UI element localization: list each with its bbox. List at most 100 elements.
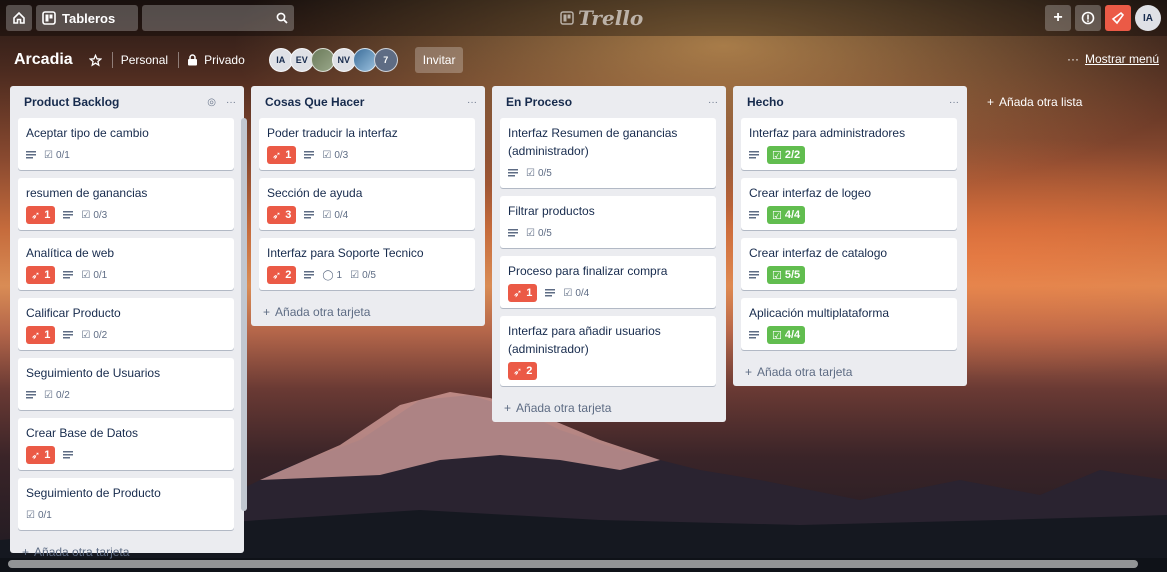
boards-button[interactable]: Tableros: [36, 5, 138, 31]
card-title: Calificar Producto: [26, 306, 121, 320]
list-title[interactable]: En Proceso: [506, 95, 572, 109]
visibility-label: Privado: [204, 53, 245, 67]
megaphone-icon: ➶: [513, 365, 523, 378]
checklist-icon: ☑: [322, 149, 332, 161]
add-card-label: Añada otra tarjeta: [516, 401, 612, 415]
card[interactable]: Aceptar tipo de cambio ☑ 0/1: [18, 118, 234, 170]
card[interactable]: Poder traducir la interfaz ➶ 1 ☑ 0/3: [259, 118, 475, 170]
card-title: Crear interfaz de logeo: [749, 186, 872, 200]
list-menu-icon[interactable]: ···: [226, 97, 236, 108]
watch-icon[interactable]: ◎: [207, 97, 216, 108]
checklist-count: 4/4: [784, 329, 801, 341]
info-button[interactable]: [1075, 5, 1101, 31]
plus-icon: +: [987, 95, 995, 109]
list-menu-icon[interactable]: ···: [949, 97, 959, 108]
comments-badge: ◯ 1: [322, 270, 342, 281]
notifications-button[interactable]: [1105, 5, 1131, 31]
card[interactable]: Interfaz para administradores ☑ 2/2: [741, 118, 957, 170]
card[interactable]: Seguimiento de Usuarios ☑ 0/2: [18, 358, 234, 410]
trello-logo[interactable]: Trello: [560, 6, 643, 30]
priority-count: 1: [526, 287, 533, 299]
member-count[interactable]: 7: [373, 48, 398, 72]
checklist-complete-badge: ☑ 5/5: [767, 266, 806, 284]
list-product-backlog: Product Backlog ◎ ··· Aceptar tipo de ca…: [10, 86, 247, 559]
card-title: Interfaz Resumen de ganancias (administr…: [508, 126, 678, 158]
list-title[interactable]: Product Backlog: [24, 95, 119, 109]
card[interactable]: Interfaz Resumen de ganancias (administr…: [500, 118, 716, 188]
checklist-badge: ☑ 0/4: [563, 288, 589, 299]
checklist-count: 0/3: [93, 209, 108, 221]
card[interactable]: Seguimiento de Producto ☑ 0/1: [18, 478, 234, 530]
create-button[interactable]: +: [1045, 5, 1071, 31]
star-icon: [88, 53, 102, 66]
card[interactable]: Calificar Producto ➶ 1 ☑ 0/2: [18, 298, 234, 350]
list-menu-icon[interactable]: ···: [708, 97, 718, 108]
plus-icon: +: [745, 365, 753, 379]
board-horizontal-scrollbar[interactable]: [8, 560, 1138, 568]
card[interactable]: resumen de ganancias ➶ 1 ☑ 0/3: [18, 178, 234, 230]
checklist-icon: ☑: [81, 269, 91, 281]
card[interactable]: Proceso para finalizar compra ➶ 1 ☑ 0/4: [500, 256, 716, 308]
list-scrollbar[interactable]: [241, 118, 247, 511]
checklist-count: 0/5: [362, 269, 376, 281]
card[interactable]: Analítica de web ➶ 1 ☑ 0/1: [18, 238, 234, 290]
megaphone-icon: ➶: [272, 269, 282, 282]
priority-badge: ➶ 1: [267, 146, 297, 164]
list-en-proceso: En Proceso ··· Interfaz Resumen de ganan…: [492, 86, 726, 422]
visibility-button[interactable]: Privado: [187, 53, 245, 67]
board-header: Arcadia Personal Privado IA EV NV 7 Invi…: [0, 44, 1167, 76]
card-title: Sección de ayuda: [267, 186, 363, 200]
home-button[interactable]: [6, 5, 32, 31]
card[interactable]: Filtrar productos ☑ 0/5: [500, 196, 716, 248]
card-title: Interfaz para añadir usuarios (administr…: [508, 324, 661, 356]
card[interactable]: Interfaz para añadir usuarios (administr…: [500, 316, 716, 386]
star-button[interactable]: [88, 53, 102, 67]
priority-count: 1: [44, 329, 51, 341]
add-card-button[interactable]: + Añada otra tarjeta: [500, 394, 718, 422]
more-icon: ···: [1066, 52, 1079, 66]
add-list-button[interactable]: + Añada otra lista: [987, 95, 1082, 109]
add-card-button[interactable]: + Añada otra tarjeta: [741, 358, 959, 386]
show-menu-label: Mostrar menú: [1084, 52, 1159, 66]
card[interactable]: Crear Base de Datos ➶ 1: [18, 418, 234, 470]
list-menu-icon[interactable]: ···: [467, 97, 477, 108]
checklist-icon: ☑: [350, 269, 360, 281]
search-input[interactable]: [142, 5, 294, 31]
checklist-count: 0/2: [55, 389, 70, 401]
card[interactable]: Aplicación multiplataforma ☑ 4/4: [741, 298, 957, 350]
card-title: Filtrar productos: [508, 204, 595, 218]
list-cosas-que-hacer: Cosas Que Hacer ··· Poder traducir la in…: [251, 86, 485, 326]
priority-count: 2: [526, 365, 533, 377]
description-icon: [26, 151, 36, 159]
checklist-count: 0/4: [334, 209, 349, 221]
description-icon: [26, 391, 36, 399]
card[interactable]: Sección de ayuda ➶ 3 ☑ 0/4: [259, 178, 475, 230]
add-card-button[interactable]: + Añada otra tarjeta: [259, 298, 477, 326]
board-title[interactable]: Arcadia: [14, 51, 73, 69]
add-card-label: Añada otra tarjeta: [34, 545, 130, 559]
user-avatar[interactable]: IA: [1135, 5, 1161, 31]
lock-icon: [188, 54, 198, 66]
megaphone-icon: [1111, 11, 1125, 25]
megaphone-icon: ➶: [31, 209, 41, 222]
list-title[interactable]: Cosas Que Hacer: [265, 95, 364, 109]
card-title: Seguimiento de Producto: [26, 486, 161, 500]
top-bar: Tableros Trello + IA: [0, 0, 1167, 36]
list-title[interactable]: Hecho: [747, 95, 784, 109]
card-title: Aplicación multiplataforma: [749, 306, 890, 320]
card-title: resumen de ganancias: [26, 186, 148, 200]
card-title: Proceso para finalizar compra: [508, 264, 668, 278]
card[interactable]: Crear interfaz de logeo ☑ 4/4: [741, 178, 957, 230]
checklist-icon: ☑: [772, 149, 782, 162]
card[interactable]: Crear interfaz de catalogo ☑ 5/5: [741, 238, 957, 290]
search-icon: [276, 12, 288, 24]
checklist-badge: ☑ 0/3: [81, 210, 107, 221]
card[interactable]: Interfaz para Soporte Tecnico ➶ 2 ◯ 1 ☑ 0/5: [259, 238, 475, 290]
invite-button[interactable]: Invitar: [414, 47, 464, 73]
show-menu-button[interactable]: ··· Mostrar menú: [1067, 52, 1159, 66]
checklist-count: 0/1: [55, 149, 70, 161]
card-title: Analítica de web: [26, 246, 115, 260]
checklist-complete-badge: ☑ 4/4: [767, 326, 806, 344]
priority-badge: ➶ 1: [26, 446, 56, 464]
team-button[interactable]: Personal: [121, 53, 168, 67]
